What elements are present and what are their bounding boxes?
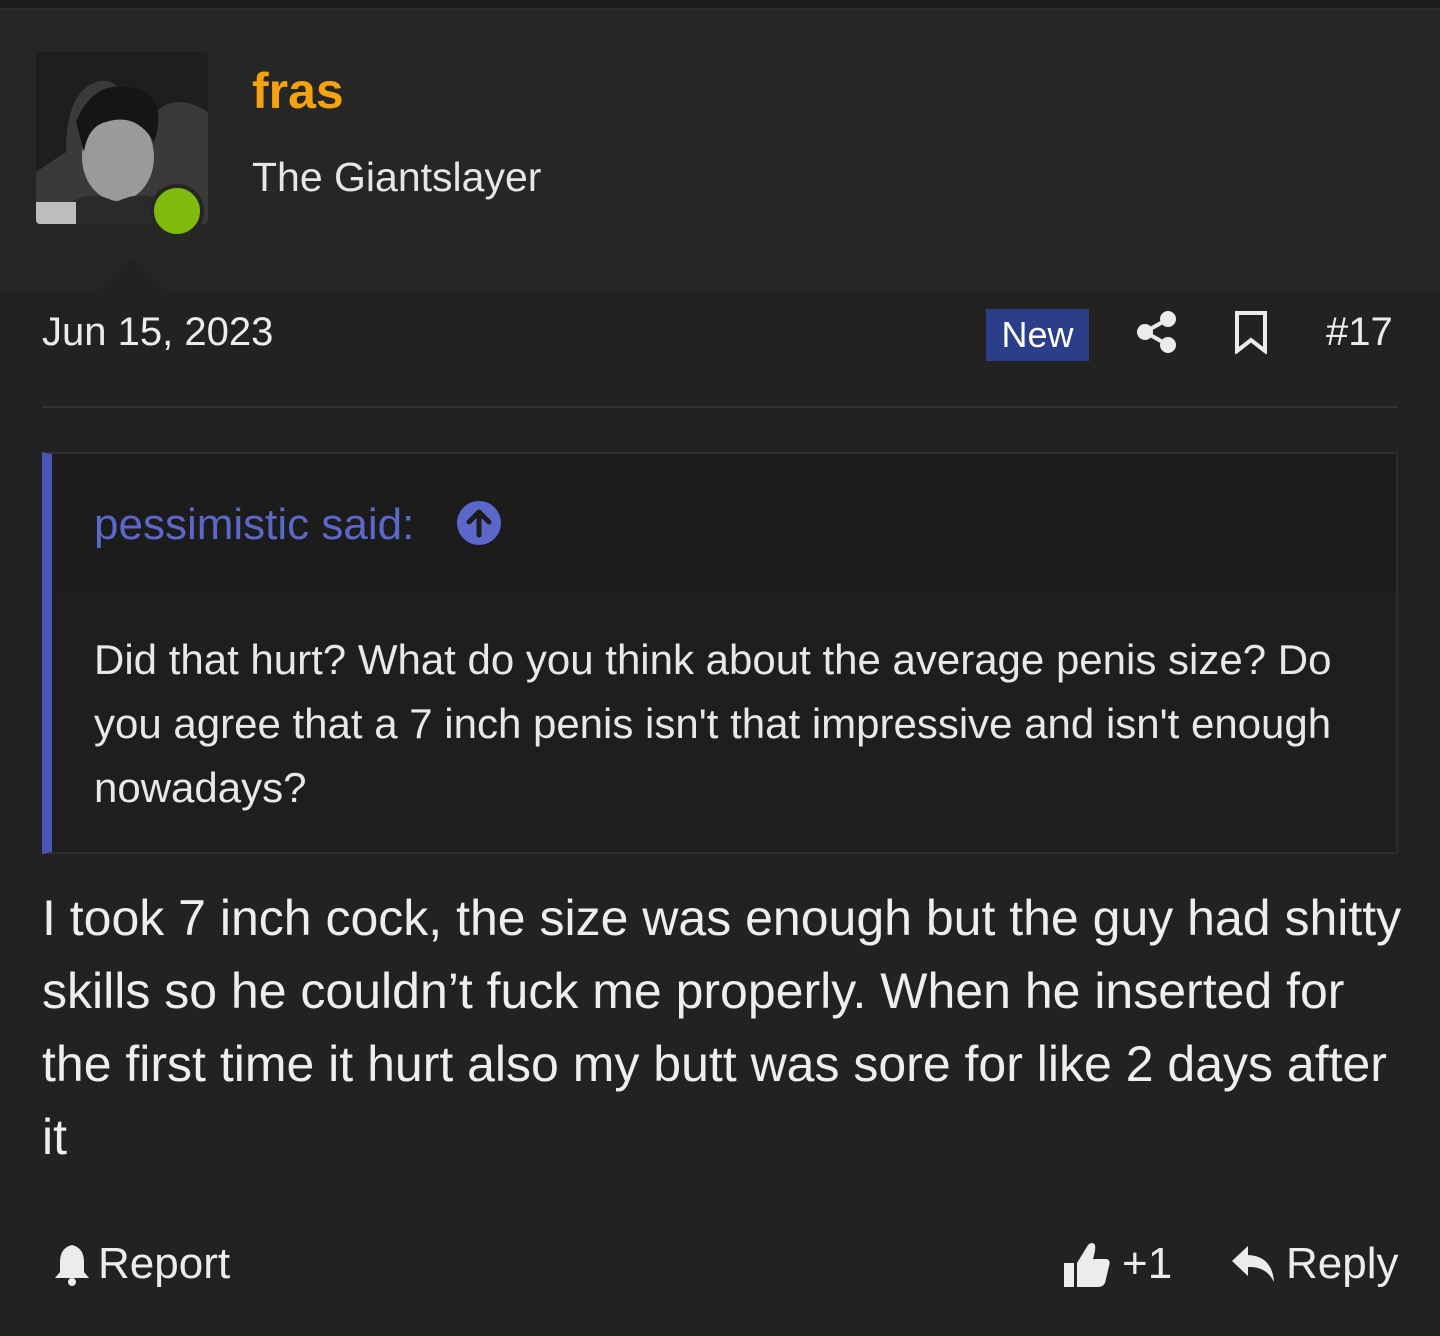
top-divider: [0, 0, 1440, 10]
post-number-link[interactable]: #17: [1326, 310, 1393, 355]
like-button[interactable]: +1: [1062, 1234, 1172, 1294]
reply-label: Reply: [1286, 1239, 1399, 1288]
reply-icon: [1232, 1246, 1274, 1282]
share-icon[interactable]: [1136, 310, 1178, 354]
user-header: fras The Giantslayer: [0, 10, 1440, 290]
meta-divider: [42, 406, 1398, 408]
quote-author-link[interactable]: pessimistic said:: [94, 500, 414, 550]
reply-button[interactable]: Reply: [1230, 1234, 1399, 1294]
post-date[interactable]: Jun 15, 2023: [42, 310, 273, 355]
online-status-indicator: [150, 184, 204, 238]
post-body-text: I took 7 inch cock, the size was enough …: [42, 890, 1402, 1165]
new-badge: New: [986, 309, 1089, 361]
thumbs-up-icon: [1064, 1243, 1110, 1287]
quote-text: Did that hurt? What do you think about t…: [94, 636, 1332, 811]
report-button[interactable]: Report: [52, 1234, 230, 1294]
report-label: Report: [98, 1239, 231, 1288]
arrow-up-circle-icon[interactable]: [456, 500, 502, 546]
user-title: The Giantslayer: [252, 154, 542, 200]
quote-block: pessimistic said: Did that hurt? What do…: [42, 452, 1398, 854]
username[interactable]: fras: [252, 62, 344, 120]
quote-header: pessimistic said:: [52, 454, 1396, 590]
header-notch: [98, 256, 166, 290]
bell-icon: [55, 1245, 89, 1286]
bookmark-icon[interactable]: [1234, 310, 1268, 356]
like-count: +1: [1122, 1239, 1173, 1288]
